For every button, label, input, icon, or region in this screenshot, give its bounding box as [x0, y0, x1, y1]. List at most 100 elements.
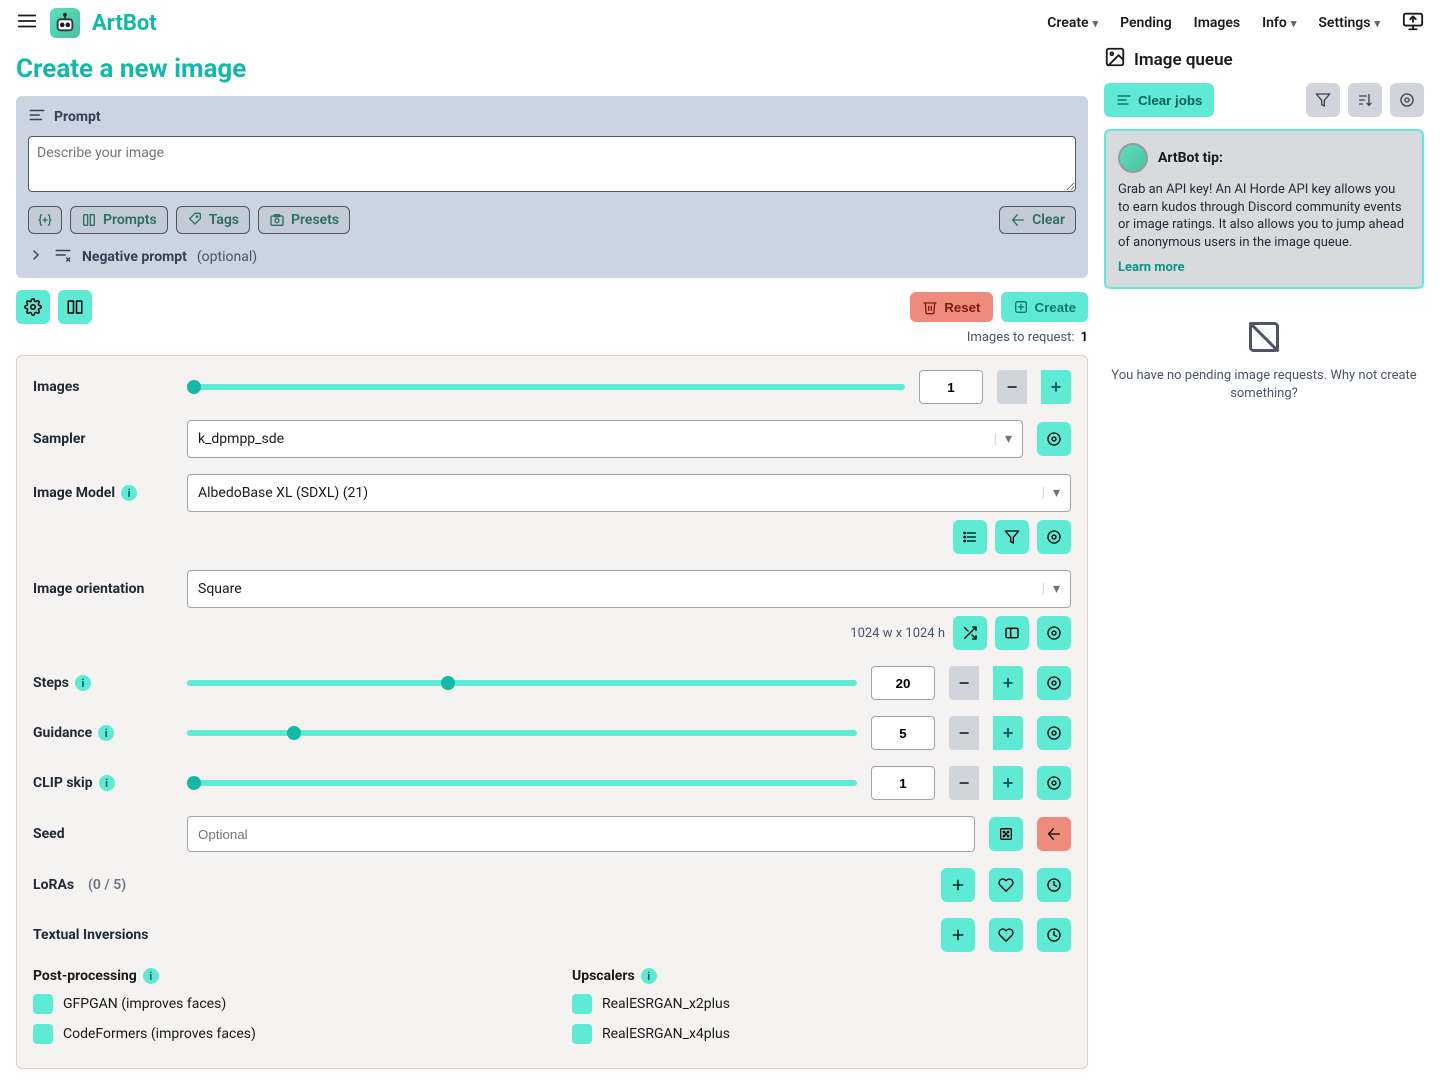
settings-gear-button[interactable] — [16, 290, 50, 324]
gfpgan-label: GFPGAN (improves faces) — [63, 996, 226, 1012]
orientation-dims: 1024 w x 1024 h — [850, 626, 945, 641]
nav-create[interactable]: Create▾ — [1047, 15, 1098, 31]
seed-input[interactable] — [187, 816, 975, 852]
seed-random-button[interactable] — [989, 817, 1023, 851]
chevron-down-icon: ▾ — [1374, 17, 1380, 30]
sampler-select[interactable]: k_dpmpp_sde |▾ — [187, 420, 1023, 458]
steps-settings-button[interactable] — [1037, 666, 1071, 700]
prompts-button[interactable]: Prompts — [70, 206, 168, 234]
tinv-add-button[interactable] — [941, 918, 975, 952]
seed-label: Seed — [33, 826, 173, 842]
gfpgan-checkbox[interactable] — [33, 994, 53, 1014]
orientation-aspect-button[interactable] — [995, 616, 1029, 650]
orientation-settings-button[interactable] — [1037, 616, 1071, 650]
tinv-history-button[interactable] — [1037, 918, 1071, 952]
menu-icon[interactable] — [16, 10, 38, 36]
clip-increment[interactable]: + — [993, 766, 1023, 800]
loras-fav-button[interactable] — [989, 868, 1023, 902]
tinv-fav-button[interactable] — [989, 918, 1023, 952]
steps-label: Stepsi — [33, 675, 173, 691]
info-icon[interactable]: i — [98, 725, 114, 741]
images-decrement[interactable]: − — [997, 370, 1027, 404]
neg-prompt-optional: (optional) — [197, 249, 257, 265]
steps-increment[interactable]: + — [993, 666, 1023, 700]
prompt-insert-button[interactable] — [28, 206, 62, 234]
image-queue-icon — [1104, 46, 1126, 73]
nav-pending[interactable]: Pending — [1120, 15, 1172, 31]
images-slider[interactable] — [187, 384, 905, 390]
nav-info[interactable]: Info▾ — [1262, 15, 1296, 31]
info-icon[interactable]: i — [641, 968, 657, 984]
clip-value[interactable] — [871, 766, 935, 800]
info-icon[interactable]: i — [99, 775, 115, 791]
prompt-input[interactable] — [28, 136, 1076, 192]
seed-clear-button[interactable] — [1037, 817, 1071, 851]
tip-avatar-icon — [1118, 143, 1148, 173]
queue-empty-state: You have no pending image requests. Why … — [1104, 319, 1424, 403]
chevron-down-icon: ▾ — [1093, 17, 1099, 30]
nav-settings[interactable]: Settings▾ — [1318, 15, 1380, 31]
clear-jobs-button[interactable]: Clear jobs — [1104, 83, 1214, 117]
orientation-shuffle-button[interactable] — [953, 616, 987, 650]
upscalers-title: Upscalersi — [572, 968, 1071, 984]
create-button[interactable]: Create — [1001, 292, 1089, 322]
model-settings-button[interactable] — [1037, 520, 1071, 554]
loras-count: (0 / 5) — [88, 877, 126, 893]
expand-neg-icon[interactable] — [28, 247, 44, 267]
guidance-slider[interactable] — [187, 730, 857, 736]
guidance-increment[interactable]: + — [993, 716, 1023, 750]
guidance-value[interactable] — [871, 716, 935, 750]
model-select[interactable]: AlbedoBase XL (SDXL) (21) |▾ — [187, 474, 1071, 512]
info-icon[interactable]: i — [75, 675, 91, 691]
artbot-logo[interactable] — [50, 8, 80, 38]
info-icon[interactable]: i — [143, 968, 159, 984]
neg-prompt-label: Negative prompt — [82, 249, 187, 265]
info-icon[interactable]: i — [121, 485, 137, 501]
sampler-settings-button[interactable] — [1037, 422, 1071, 456]
tip-box: ArtBot tip: Grab an API key! An AI Horde… — [1104, 129, 1424, 289]
loras-add-button[interactable] — [941, 868, 975, 902]
monitor-icon[interactable] — [1402, 10, 1424, 36]
queue-filter-button[interactable] — [1306, 83, 1340, 117]
layout-button[interactable] — [58, 290, 92, 324]
clip-slider[interactable] — [187, 780, 857, 786]
tip-body: Grab an API key! An AI Horde API key all… — [1118, 181, 1410, 251]
nav-images[interactable]: Images — [1194, 15, 1240, 31]
chevron-down-icon: ▾ — [1053, 581, 1060, 597]
tip-learn-more-link[interactable]: Learn more — [1118, 260, 1185, 275]
tags-button[interactable]: Tags — [176, 206, 250, 234]
x4plus-checkbox[interactable] — [572, 1024, 592, 1044]
guidance-label: Guidancei — [33, 725, 173, 741]
reset-button[interactable]: Reset — [910, 292, 992, 322]
steps-value[interactable] — [871, 666, 935, 700]
queue-title: Image queue — [1134, 50, 1233, 70]
adjust-icon — [28, 106, 46, 128]
images-value[interactable] — [919, 370, 983, 404]
loras-history-button[interactable] — [1037, 868, 1071, 902]
clip-decrement[interactable]: − — [949, 766, 979, 800]
orientation-select[interactable]: Square |▾ — [187, 570, 1071, 608]
guidance-decrement[interactable]: − — [949, 716, 979, 750]
orientation-label: Image orientation — [33, 581, 173, 597]
steps-decrement[interactable]: − — [949, 666, 979, 700]
model-list-button[interactable] — [953, 520, 987, 554]
steps-slider[interactable] — [187, 680, 857, 686]
images-increment[interactable]: + — [1041, 370, 1071, 404]
images-to-request: Images to request:1 — [16, 330, 1088, 345]
sampler-label: Sampler — [33, 431, 173, 447]
page-title: Create a new image — [16, 54, 1088, 84]
prompt-label: Prompt — [54, 109, 101, 125]
clear-prompt-button[interactable]: Clear — [999, 206, 1076, 234]
chevron-down-icon: ▾ — [1053, 485, 1060, 501]
x4plus-label: RealESRGAN_x4plus — [602, 1026, 730, 1042]
model-filter-button[interactable] — [995, 520, 1029, 554]
x2plus-checkbox[interactable] — [572, 994, 592, 1014]
presets-button[interactable]: Presets — [258, 206, 350, 234]
guidance-settings-button[interactable] — [1037, 716, 1071, 750]
codeformers-checkbox[interactable] — [33, 1024, 53, 1044]
queue-settings-button[interactable] — [1390, 83, 1424, 117]
brand-title[interactable]: ArtBot — [92, 11, 157, 36]
clip-settings-button[interactable] — [1037, 766, 1071, 800]
tip-title: ArtBot tip: — [1158, 150, 1223, 166]
queue-sort-button[interactable] — [1348, 83, 1382, 117]
